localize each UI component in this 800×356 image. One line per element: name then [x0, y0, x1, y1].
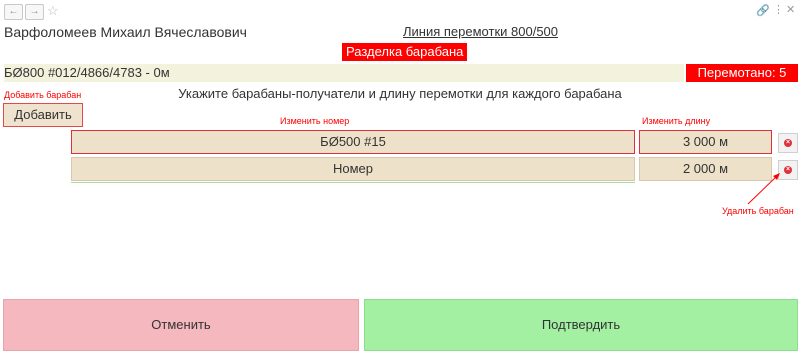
source-drum-bar: БØ800 #012/4866/4783 - 0м: [4, 64, 684, 82]
close-circle-icon: ×: [784, 166, 792, 174]
delete-arrow-annotation: [747, 173, 780, 205]
arrow-right-icon: →: [29, 6, 40, 17]
rewound-total-badge: Перемотано: 5 000: [686, 64, 798, 98]
drum-number-field[interactable]: БØ500 #15: [71, 130, 635, 154]
row-divider: [71, 182, 635, 183]
close-circle-icon: ×: [784, 139, 792, 147]
back-button[interactable]: ←: [4, 4, 23, 20]
line-title: Линия перемотки 800/500: [403, 24, 559, 39]
confirm-button[interactable]: Подтвердить: [364, 299, 798, 351]
change-length-annotation: Изменить длину: [642, 116, 711, 126]
change-number-annotation: Изменить номер: [280, 116, 350, 126]
link-icon[interactable]: 🔗: [756, 4, 770, 17]
delete-drum-annotation: Удалить барабан: [722, 206, 794, 216]
star-icon[interactable]: ☆: [47, 3, 59, 19]
mode-banner: Разделка барабана: [342, 43, 468, 61]
add-button[interactable]: Добавить: [3, 103, 83, 127]
operator-name: Варфоломеев Михаил Вячеславович: [4, 24, 247, 40]
delete-drum-button[interactable]: ×: [778, 133, 798, 153]
cancel-button[interactable]: Отменить: [3, 299, 359, 351]
close-icon[interactable]: ✕: [786, 3, 795, 16]
arrow-left-icon: ←: [8, 6, 19, 17]
instruction-text: Укажите барабаны-получатели и длину пере…: [178, 86, 622, 101]
forward-button[interactable]: →: [25, 4, 44, 20]
more-vertical-icon[interactable]: ⋮: [773, 3, 784, 16]
drum-length-field[interactable]: 3 000 м: [639, 130, 772, 154]
source-drum-label: БØ800 #012/4866/4783 - 0м: [4, 65, 170, 80]
drum-number-field[interactable]: Номер: [71, 157, 635, 181]
